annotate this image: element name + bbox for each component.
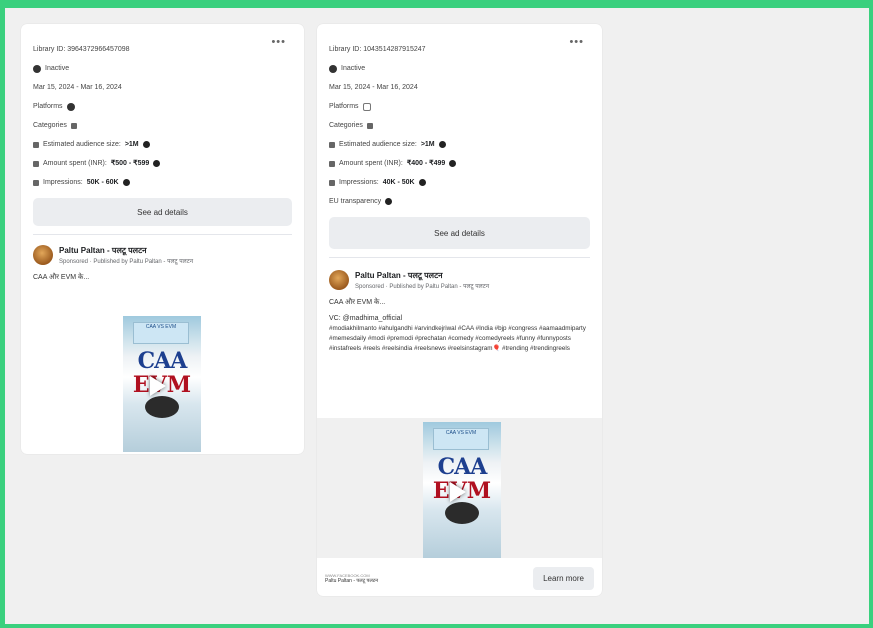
categories-label: Categories bbox=[329, 122, 363, 129]
avatar[interactable] bbox=[33, 245, 53, 265]
audience-value: >1M bbox=[124, 141, 139, 148]
ad-text-credit: VC: @madhima_official bbox=[329, 315, 403, 322]
inactive-status-icon bbox=[329, 64, 337, 73]
play-icon[interactable] bbox=[150, 376, 166, 396]
facebook-icon bbox=[66, 102, 75, 111]
info-icon[interactable] bbox=[449, 160, 457, 167]
ad-card-1: Library ID: 3964372966457098 ••• Inactiv… bbox=[21, 24, 304, 454]
date-range: Mar 15, 2024 - Mar 16, 2024 bbox=[329, 84, 418, 91]
audience-icon bbox=[33, 141, 39, 148]
eu-transparency-label: EU transparency bbox=[329, 198, 382, 205]
info-icon[interactable] bbox=[142, 141, 150, 148]
ad-card-2: Library ID: 1043514287915247 ••• Inactiv… bbox=[317, 24, 602, 596]
impressions-label: Impressions: bbox=[339, 179, 379, 186]
messenger-icon bbox=[362, 102, 371, 111]
impressions-value: 50K - 60K bbox=[86, 179, 119, 186]
spent-label: Amount spent (INR): bbox=[339, 160, 403, 167]
platforms-label: Platforms bbox=[33, 103, 63, 110]
spent-value: ₹500 - ₹599 bbox=[110, 160, 150, 167]
library-id: Library ID: 1043514287915247 bbox=[329, 46, 426, 53]
audience-icon bbox=[329, 141, 335, 148]
money-icon bbox=[33, 160, 39, 167]
categories-label: Categories bbox=[33, 122, 67, 129]
video-thumbnail[interactable]: CAA VS EVM CAA EVM bbox=[123, 316, 201, 452]
date-range: Mar 15, 2024 - Mar 16, 2024 bbox=[33, 84, 122, 91]
megaphone-icon bbox=[70, 122, 77, 129]
thumbnail-banner: CAA VS EVM bbox=[133, 322, 189, 344]
ad-hashtags: #modiakhilmanto #ahulgandhi #arvindkejri… bbox=[329, 325, 586, 352]
thumbnail-banner: CAA VS EVM bbox=[433, 428, 489, 450]
status-text: Inactive bbox=[45, 65, 70, 72]
divider bbox=[33, 234, 292, 235]
platforms-label: Platforms bbox=[329, 103, 359, 110]
ellipsis-icon[interactable]: ••• bbox=[569, 36, 584, 48]
divider bbox=[329, 257, 590, 258]
thumbnail-line-1: CAA bbox=[437, 454, 488, 480]
impressions-label: Impressions: bbox=[43, 179, 83, 186]
impressions-icon bbox=[329, 179, 335, 186]
library-id: Library ID: 3964372966457098 bbox=[33, 46, 130, 53]
sponsored-label: Sponsored · Published by Paltu Paltan - … bbox=[59, 259, 194, 265]
audience-label: Estimated audience size: bbox=[339, 141, 417, 148]
ad-text: CAA और EVM के... bbox=[329, 299, 386, 306]
thumbnail-graphic bbox=[145, 396, 179, 418]
inactive-status-icon bbox=[33, 64, 41, 73]
see-ad-details-button[interactable]: See ad details bbox=[329, 217, 590, 249]
info-icon[interactable] bbox=[438, 141, 446, 148]
content-area: Library ID: 3964372966457098 ••• Inactiv… bbox=[5, 8, 869, 624]
spent-label: Amount spent (INR): bbox=[43, 160, 107, 167]
audience-label: Estimated audience size: bbox=[43, 141, 121, 148]
footer-page-name: Paltu Paltan - पलटू पलटन bbox=[325, 577, 379, 584]
info-icon[interactable] bbox=[153, 160, 161, 167]
ellipsis-icon[interactable]: ••• bbox=[271, 36, 286, 48]
info-icon[interactable] bbox=[122, 179, 130, 186]
learn-more-button[interactable]: Learn more bbox=[533, 566, 594, 590]
video-thumbnail[interactable]: CAA VS EVM CAA EVM bbox=[423, 422, 501, 558]
spent-value: ₹400 - ₹499 bbox=[406, 160, 446, 167]
thumbnail-graphic bbox=[445, 502, 479, 524]
play-icon[interactable] bbox=[450, 482, 466, 502]
sponsored-label: Sponsored · Published by Paltu Paltan - … bbox=[355, 284, 490, 290]
money-icon bbox=[329, 160, 335, 167]
ad-footer: WWW.FACEBOOK.COM Paltu Paltan - पलटू पलट… bbox=[317, 560, 602, 596]
page-name[interactable]: Paltu Paltan - पलटू पलटन bbox=[355, 270, 489, 281]
megaphone-icon bbox=[366, 122, 373, 129]
avatar[interactable] bbox=[329, 270, 349, 290]
audience-value: >1M bbox=[420, 141, 435, 148]
impressions-value: 40K - 50K bbox=[382, 179, 415, 186]
info-icon[interactable] bbox=[418, 179, 426, 186]
thumbnail-line-1: CAA bbox=[137, 348, 188, 374]
ad-text: CAA और EVM के... bbox=[33, 274, 90, 281]
status-text: Inactive bbox=[341, 65, 366, 72]
impressions-icon bbox=[33, 179, 39, 186]
see-ad-details-button[interactable]: See ad details bbox=[33, 198, 292, 226]
page-name[interactable]: Paltu Paltan - पलटू पलटन bbox=[59, 245, 193, 256]
info-icon[interactable] bbox=[385, 198, 393, 205]
